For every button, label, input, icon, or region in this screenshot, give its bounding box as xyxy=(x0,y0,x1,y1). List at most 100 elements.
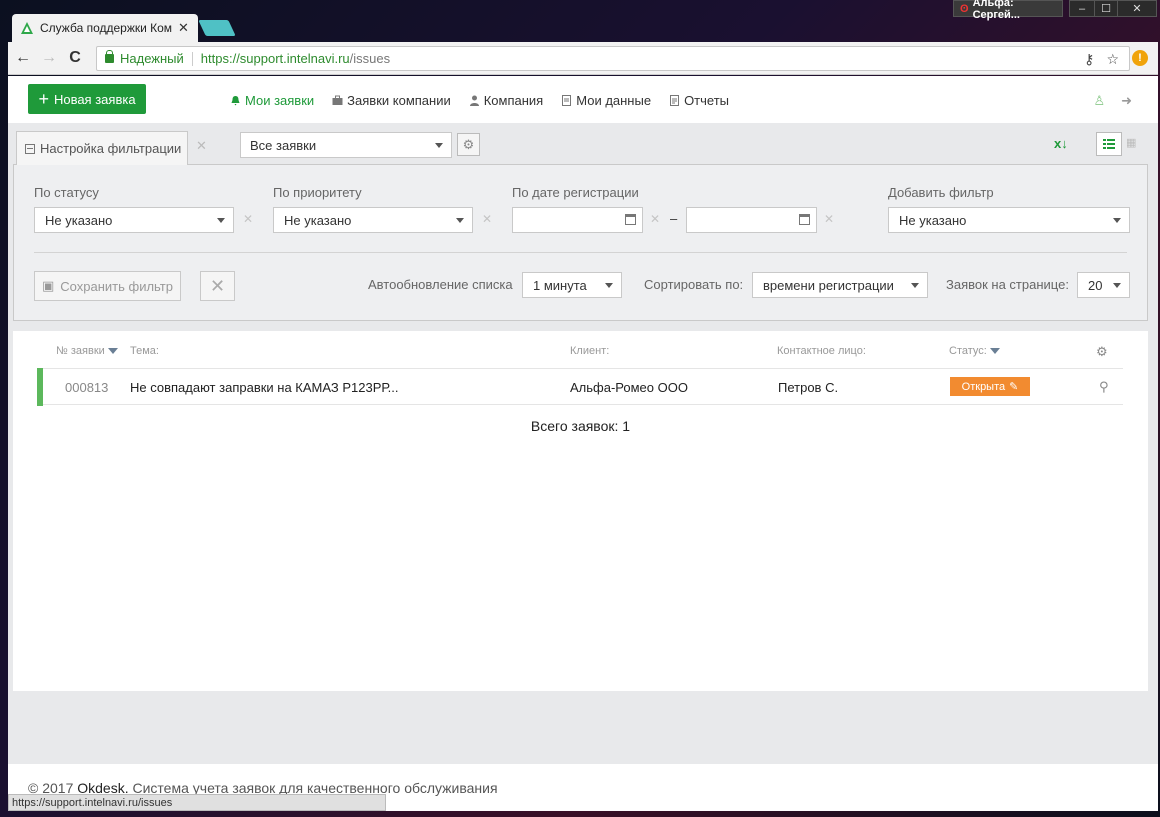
new-issue-label: Новая заявка xyxy=(53,91,136,107)
date-range-dash: – xyxy=(670,211,678,226)
calendar-icon[interactable] xyxy=(799,214,810,225)
filter-settings-label: Настройка фильтрации xyxy=(40,141,182,156)
chevron-down-icon xyxy=(435,143,443,148)
autorefresh-select[interactable]: 1 минута xyxy=(522,272,622,298)
document-icon xyxy=(562,95,572,106)
list-icon xyxy=(1103,139,1115,149)
status-label: Открыта xyxy=(961,380,1006,393)
issue-subject[interactable]: Не совпадают заправки на КАМАЗ Р123РР... xyxy=(130,380,398,395)
issue-contact: Петров С. xyxy=(778,380,839,395)
profile-user-icon[interactable]: ♙ xyxy=(1093,93,1105,109)
clear-date-to-icon[interactable]: ✕ xyxy=(824,212,834,226)
browser-tab[interactable]: Служба поддержки Ком ✕ xyxy=(12,14,198,42)
date-from-input[interactable] xyxy=(512,207,643,233)
browser-toolbar: ← → C Надежный https://support.intelnavi… xyxy=(8,42,1158,75)
date-filter-label: По дате регистрации xyxy=(512,185,639,200)
extension-icon[interactable]: ! xyxy=(1132,50,1148,66)
url-path: /issues xyxy=(349,51,391,66)
nav-label: Заявки компании xyxy=(347,93,451,108)
secure-label: Надежный xyxy=(120,51,184,66)
filter-divider xyxy=(34,252,1127,253)
status-filter-value: Не указано xyxy=(45,212,113,228)
add-filter-value: Не указано xyxy=(899,212,967,228)
clear-filter-button[interactable]: ✕ xyxy=(200,271,235,301)
add-filter-select[interactable]: Не указано xyxy=(888,207,1130,233)
bell-icon xyxy=(231,96,240,106)
excel-export-icon[interactable]: x↓ xyxy=(1054,136,1068,151)
issues-list: № заявки Тема: Клиент: Контактное лицо: … xyxy=(13,331,1148,691)
address-bar[interactable]: Надежный https://support.intelnavi.ru /i… xyxy=(96,46,1130,71)
save-filter-label: Сохранить фильтр xyxy=(60,278,173,294)
nav-reports[interactable]: Отчеты xyxy=(669,93,729,108)
save-filter-button[interactable]: ▣ Сохранить фильтр xyxy=(34,271,181,301)
status-badge[interactable]: Открыта ✎ xyxy=(950,377,1030,396)
grid-view-icon[interactable]: ▦ xyxy=(1126,136,1136,149)
address-bar-actions: ⚷ ☆ xyxy=(1084,51,1119,68)
chevron-down-icon xyxy=(911,283,919,288)
logout-icon[interactable]: ➜ xyxy=(1121,93,1132,109)
maximize-button[interactable]: ☐ xyxy=(1094,0,1118,17)
issue-number[interactable]: 000813 xyxy=(65,380,108,395)
column-header-number[interactable]: № заявки xyxy=(56,345,118,357)
preset-settings-button[interactable]: ⚙ xyxy=(457,133,480,156)
per-page-select[interactable]: 20 xyxy=(1077,272,1130,298)
clear-status-icon[interactable]: ✕ xyxy=(243,212,253,226)
key-icon[interactable]: ⚷ xyxy=(1084,51,1094,68)
reload-icon[interactable]: C xyxy=(64,49,86,67)
plus-icon: + xyxy=(38,89,49,109)
filter-preset-select[interactable]: Все заявки xyxy=(240,132,452,158)
star-icon[interactable]: ☆ xyxy=(1106,51,1119,68)
browser-status-url: https://support.intelnavi.ru/issues xyxy=(8,794,386,811)
close-filter-tab-icon[interactable]: ✕ xyxy=(196,138,207,154)
autorefresh-value: 1 минута xyxy=(533,277,587,293)
url-host: https://support.intelnavi.ru xyxy=(200,51,350,66)
chevron-down-icon xyxy=(456,218,464,223)
nav-my-data[interactable]: Мои данные xyxy=(561,93,651,108)
status-filter-label: По статусу xyxy=(34,185,99,200)
date-to-input[interactable] xyxy=(686,207,817,233)
tab-title: Служба поддержки Ком xyxy=(40,21,172,35)
lock-icon xyxy=(105,50,114,63)
clear-priority-icon[interactable]: ✕ xyxy=(482,212,492,226)
minimize-button[interactable]: – xyxy=(1069,0,1095,17)
chevron-down-icon xyxy=(605,283,613,288)
total-count: Всего заявок: 1 xyxy=(530,418,631,434)
header-label: Контактное лицо: xyxy=(777,345,866,357)
nav-company-issues[interactable]: Заявки компании xyxy=(332,93,451,108)
new-issue-button[interactable]: + Новая заявка xyxy=(28,84,146,114)
table-row[interactable]: 000813 Не совпадают заправки на КАМАЗ Р1… xyxy=(37,368,1123,406)
nav-company[interactable]: Компания xyxy=(469,93,543,108)
floppy-icon: ▣ xyxy=(42,278,55,293)
list-view-button[interactable] xyxy=(1096,132,1122,156)
new-tab-button[interactable] xyxy=(198,20,236,36)
column-header-client: Клиент: xyxy=(570,345,609,357)
filter-funnel-icon[interactable] xyxy=(107,348,118,354)
back-icon[interactable]: ← xyxy=(12,49,34,67)
clear-date-from-icon[interactable]: ✕ xyxy=(650,212,660,226)
page: + Новая заявка Мои заявки Заявки компани… xyxy=(8,76,1158,811)
profile-icon: ʘ xyxy=(960,2,969,15)
close-window-button[interactable]: ✕ xyxy=(1117,0,1157,17)
status-filter-select[interactable]: Не указано xyxy=(34,207,234,233)
filter-funnel-icon[interactable] xyxy=(989,348,1000,354)
preview-search-icon[interactable]: ⚲ xyxy=(1099,379,1109,395)
browser-user-profile[interactable]: ʘ Альфа: Сергей... xyxy=(953,0,1063,21)
calendar-icon[interactable] xyxy=(625,214,636,225)
collapse-icon xyxy=(25,143,35,154)
briefcase-icon xyxy=(332,95,343,105)
per-page-label: Заявок на странице: xyxy=(946,277,1069,292)
tab-close-icon[interactable]: ✕ xyxy=(178,20,189,36)
autorefresh-label: Автообновление списка xyxy=(368,277,513,292)
filter-settings-tab[interactable]: Настройка фильтрации xyxy=(16,131,188,165)
forward-icon[interactable]: → xyxy=(38,49,60,67)
sort-value: времени регистрации xyxy=(763,277,894,293)
nav-my-issues[interactable]: Мои заявки xyxy=(230,93,314,108)
column-header-status[interactable]: Статус: xyxy=(949,345,1000,357)
sort-select[interactable]: времени регистрации xyxy=(752,272,928,298)
report-icon xyxy=(670,95,680,106)
columns-settings-gear-icon[interactable]: ⚙ xyxy=(1096,344,1108,360)
priority-filter-select[interactable]: Не указано xyxy=(273,207,473,233)
sort-label: Сортировать по: xyxy=(644,277,744,292)
browser-titlebar: Служба поддержки Ком ✕ ʘ Альфа: Сергей..… xyxy=(0,0,1160,42)
issue-client: Альфа-Ромео ООО xyxy=(570,380,688,395)
